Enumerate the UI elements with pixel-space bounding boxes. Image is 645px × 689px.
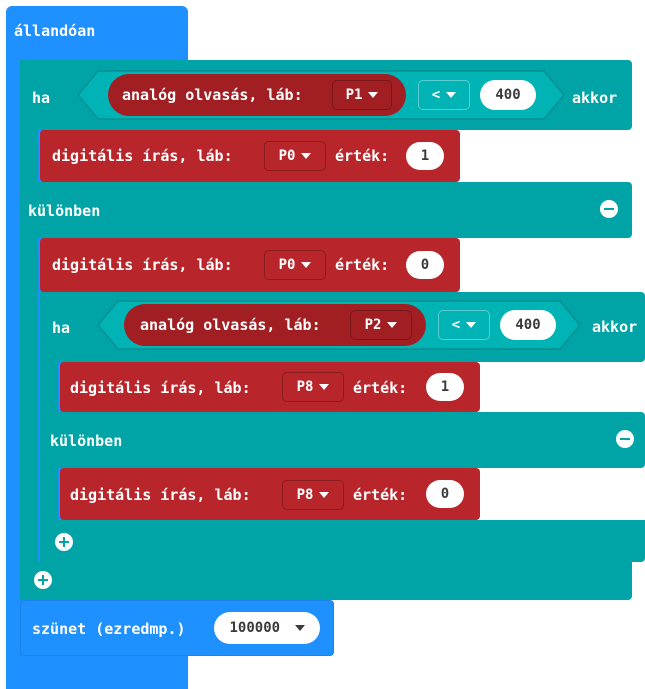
remove-else-minus-icon[interactable]: [600, 200, 618, 218]
chevron-down-icon: [301, 262, 312, 268]
outer-operator-dropdown[interactable]: <: [418, 80, 470, 110]
outer-then-value-label: érték:: [335, 147, 390, 165]
chevron-down-icon: [319, 384, 330, 390]
inner-else-label: különben: [50, 432, 123, 450]
outer-else-value-label: érték:: [335, 256, 390, 274]
inner-if-label: ha: [52, 319, 71, 337]
inner-then-label: akkor: [592, 318, 638, 336]
inner-read-pin-dropdown[interactable]: P2: [350, 310, 412, 340]
outer-analog-read-label: analóg olvasás, láb:: [122, 86, 303, 104]
pause-label: szünet (ezredmp.): [32, 620, 186, 638]
pause-value: 100000: [229, 620, 281, 636]
outer-else-value[interactable]: 0: [406, 251, 444, 279]
inner-else-value-label: érték:: [353, 486, 408, 504]
outer-else-write-label: digitális írás, láb:: [52, 256, 233, 274]
chevron-down-icon: [319, 492, 330, 498]
inner-then-value[interactable]: 1: [426, 373, 464, 401]
outer-then-pin-value: P0: [278, 148, 296, 164]
inner-else-bar: [40, 412, 645, 468]
outer-else-bar: [20, 182, 632, 238]
inner-add-else-plus-icon[interactable]: [55, 533, 73, 551]
outer-read-pin-value: P1: [345, 87, 363, 103]
chevron-down-icon: [387, 322, 398, 328]
inner-operator-value: <: [451, 317, 461, 333]
outer-read-pin-dropdown[interactable]: P1: [332, 80, 392, 110]
inner-analog-read-label: analóg olvasás, láb:: [140, 316, 321, 334]
inner-if-footer: [40, 520, 645, 562]
outer-then-pin-dropdown[interactable]: P0: [264, 141, 326, 171]
inner-else-write-label: digitális írás, láb:: [70, 486, 251, 504]
forever-label: állandóan: [14, 22, 96, 40]
chevron-down-icon: [301, 153, 312, 159]
inner-then-pin-dropdown[interactable]: P8: [282, 372, 344, 402]
outer-if-spine: [20, 60, 38, 600]
inner-else-pin-value: P8: [296, 487, 314, 503]
chevron-down-icon: [368, 92, 379, 98]
outer-else-pin-value: P0: [278, 257, 296, 273]
inner-else-pin-dropdown[interactable]: P8: [282, 480, 344, 510]
outer-compare-value[interactable]: 400: [480, 80, 536, 110]
inner-then-value-label: érték:: [353, 379, 408, 397]
chevron-down-icon: [446, 92, 457, 98]
outer-then-label: akkor: [572, 89, 618, 107]
remove-inner-else-minus-icon[interactable]: [616, 430, 634, 448]
pause-value-dropdown[interactable]: 100000: [214, 612, 320, 644]
inner-read-pin-value: P2: [364, 317, 382, 333]
outer-if-footer: [20, 562, 632, 600]
chevron-down-icon: [294, 625, 305, 631]
outer-else-label: különben: [28, 202, 101, 220]
outer-operator-value: <: [431, 87, 441, 103]
outer-if-label: ha: [32, 89, 51, 107]
inner-operator-dropdown[interactable]: <: [438, 310, 490, 340]
inner-then-pin-value: P8: [296, 379, 314, 395]
inner-else-value[interactable]: 0: [426, 480, 464, 508]
inner-then-write-label: digitális írás, láb:: [70, 379, 251, 397]
outer-then-write-label: digitális írás, láb:: [52, 147, 233, 165]
inner-compare-value[interactable]: 400: [500, 310, 556, 340]
chevron-down-icon: [466, 322, 477, 328]
outer-add-else-plus-icon[interactable]: [34, 571, 52, 589]
outer-else-pin-dropdown[interactable]: P0: [264, 250, 326, 280]
outer-then-value[interactable]: 1: [406, 142, 444, 170]
